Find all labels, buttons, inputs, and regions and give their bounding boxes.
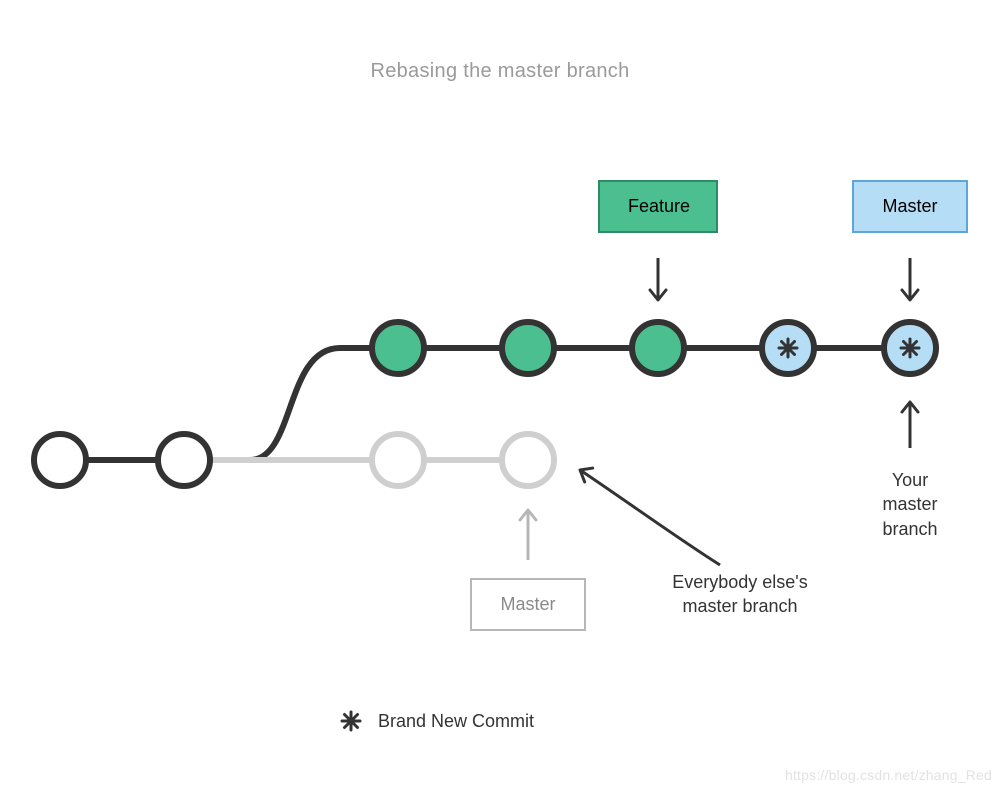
arrow-master-down	[902, 258, 918, 300]
legend-label: Brand New Commit	[378, 711, 534, 732]
commit-feature-1	[372, 322, 424, 374]
commit-new-master-1	[762, 322, 814, 374]
diagram-stage: Rebasing the master branch	[0, 0, 1000, 789]
annotation-your-master: Your master branch	[850, 468, 970, 541]
star-icon	[340, 710, 362, 732]
commit-old-master-2	[502, 434, 554, 486]
annotation-others-master: Everybody else's master branch	[640, 570, 840, 619]
arrow-feature-down	[650, 258, 666, 300]
arrow-others-master	[576, 463, 720, 565]
legend: Brand New Commit	[340, 710, 534, 732]
commit-feature-3	[632, 322, 684, 374]
arrow-your-master-up	[902, 402, 918, 448]
commit-old-master-1	[372, 434, 424, 486]
tag-master-new: Master	[852, 180, 968, 233]
tag-master-old: Master	[470, 578, 586, 631]
commit-base-1	[34, 434, 86, 486]
tag-feature: Feature	[598, 180, 718, 233]
arrow-old-master-up	[520, 510, 536, 560]
git-graph	[0, 0, 1000, 789]
commit-base-2	[158, 434, 210, 486]
commit-feature-2	[502, 322, 554, 374]
commit-new-master-2	[884, 322, 936, 374]
